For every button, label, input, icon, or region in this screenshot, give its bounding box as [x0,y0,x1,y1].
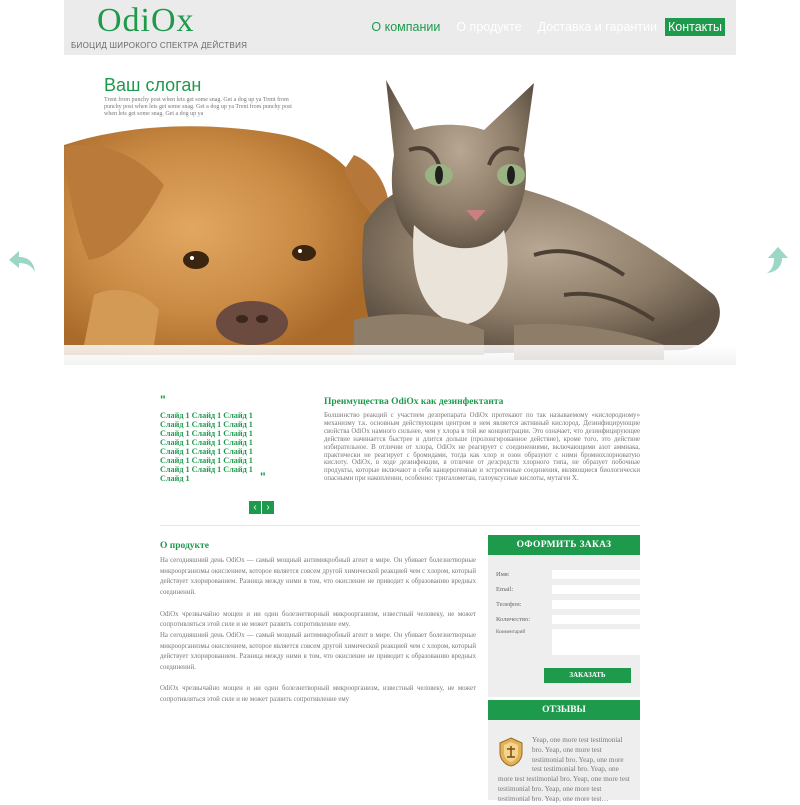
hero-slogan: Ваш слоган [104,75,202,95]
review-item: Yeap, one more test testimonial bro. Yea… [498,736,632,805]
phone-label: Телефон: [496,601,522,608]
slider-prev-button[interactable]: ‹ [249,501,261,514]
site-header: OdiOx БИОЦИД ШИРОКОГО СПЕКТРА ДЕЙСТВИЯ О… [64,0,736,55]
reviews-block: ОТЗЫВЫ Yeap, one more test testimonial b… [488,700,640,803]
about-text: На сегодняшний день OdiOx — самый мощный… [160,557,476,704]
quote-open-icon: " [160,393,166,407]
slider-controls: ‹ › [249,501,274,514]
about-section: О продукте На сегодняшний день OdiOx — с… [160,541,476,706]
order-submit-button[interactable]: ЗАКАЗАТЬ [544,668,631,683]
hero-banner: Ваш слоган Trent from punchy post when l… [64,55,736,365]
order-form-title: ОФОРМИТЬ ЗАКАЗ [488,535,640,555]
advantages-text: Болшинство реакций с участием дезпрепара… [324,412,640,483]
slide-text: Слайд 1 Слайд 1 Слайд 1 Слайд 1 Слайд 1 … [160,411,253,483]
review-badge-icon [499,737,523,767]
slides-block: " Слайд 1 Слайд 1 Слайд 1 Слайд 1 Слайд … [160,393,270,484]
nav-item-delivery[interactable]: Доставка и гарантии [530,18,665,36]
advantages-section: Преимущества OdiOx как дезинфектанта Бол… [324,397,640,483]
site-logo[interactable]: OdiOx [97,2,195,40]
name-field[interactable] [552,570,640,579]
nav-item-product[interactable]: О продукте [448,18,529,36]
hero-slogan-text: Trent from punchy post when lets get som… [104,97,292,117]
about-title: О продукте [160,541,209,551]
site-tagline: БИОЦИД ШИРОКОГО СПЕКТРА ДЕЙСТВИЯ [71,41,248,50]
quantity-label: Количество: [496,616,531,623]
comment-label: Комментарий [496,630,526,635]
advantages-title: Преимущества OdiOx как дезинфектанта [324,397,504,407]
nav-item-company[interactable]: О компании [363,18,448,36]
name-label: Имя: [496,571,510,578]
reviews-title: ОТЗЫВЫ [488,700,640,720]
comment-field[interactable] [552,629,640,655]
section-divider [160,525,640,526]
email-field[interactable] [552,585,640,594]
prev-slide-arrow-icon[interactable] [7,245,37,275]
next-slide-arrow-icon[interactable] [763,245,793,275]
slider-next-button[interactable]: › [262,501,274,514]
email-label: Email: [496,586,514,593]
phone-field[interactable] [552,600,640,609]
order-form: ОФОРМИТЬ ЗАКАЗ Имя: Email: Телефон: Коли… [488,535,640,697]
quote-close-icon: " [260,470,266,484]
main-nav: О компании О продукте Доставка и гаранти… [363,18,725,36]
nav-item-contacts[interactable]: Контакты [665,18,725,36]
quantity-field[interactable] [552,615,640,624]
